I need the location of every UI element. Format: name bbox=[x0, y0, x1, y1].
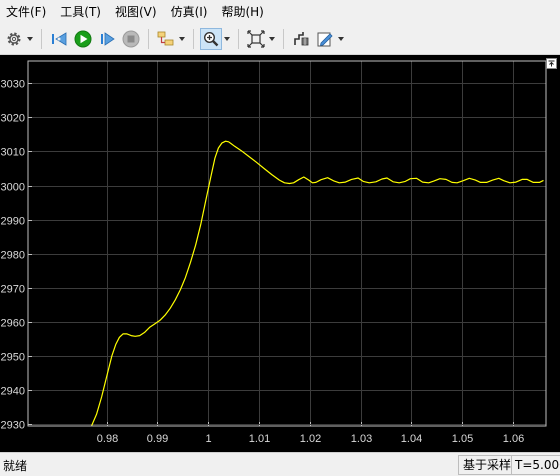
y-tick-label: 3020 bbox=[1, 113, 25, 125]
y-tick-label: 3010 bbox=[1, 147, 25, 159]
x-tick-label: 0.99 bbox=[147, 433, 168, 445]
highlight-model-icon bbox=[157, 31, 174, 46]
highlight-model-button[interactable] bbox=[155, 28, 177, 50]
undock-button[interactable] bbox=[546, 58, 557, 69]
menu-help[interactable]: 帮助(H) bbox=[214, 0, 270, 24]
step-forward-icon bbox=[101, 32, 115, 46]
pencil-icon bbox=[317, 32, 333, 47]
scope-plot-area[interactable]: 0.98 0.99 1 1.01 1.02 1.03 1.04 1.05 1.06 2930 294… bbox=[0, 55, 560, 452]
y-tick-label: 2940 bbox=[1, 386, 25, 398]
y-tick-label: 3000 bbox=[1, 182, 25, 194]
chevron-down-icon bbox=[27, 37, 33, 41]
stop-icon bbox=[122, 30, 140, 48]
x-tick-label: 1.06 bbox=[503, 433, 524, 445]
toolbar-separator bbox=[41, 29, 42, 49]
autoscale-icon bbox=[247, 30, 265, 48]
sample-mode-indicator: 基于采样 bbox=[458, 455, 517, 475]
highlight-dropdown[interactable] bbox=[178, 28, 186, 50]
autoscale-dropdown[interactable] bbox=[268, 28, 276, 50]
play-icon bbox=[74, 30, 92, 48]
toolbar-separator bbox=[193, 29, 194, 49]
menu-view[interactable]: 视图(V) bbox=[108, 0, 164, 24]
cursor-measure-icon bbox=[294, 32, 309, 46]
menu-bar: 文件(F) 工具(T) 视图(V) 仿真(I) 帮助(H) bbox=[0, 0, 560, 24]
y-tick-label: 2960 bbox=[1, 318, 25, 330]
cursor-measure-button[interactable] bbox=[290, 28, 312, 50]
undock-icon bbox=[548, 60, 555, 67]
menu-simulation[interactable]: 仿真(I) bbox=[164, 0, 215, 24]
scope-chart[interactable]: 0.98 0.99 1 1.01 1.02 1.03 1.04 1.05 1.06 2930 294… bbox=[0, 55, 560, 452]
zoom-dropdown[interactable] bbox=[223, 28, 231, 50]
menu-file[interactable]: 文件(F) bbox=[0, 0, 53, 24]
x-tick-label: 1 bbox=[205, 433, 211, 445]
y-tick-label: 2970 bbox=[1, 284, 25, 296]
y-tick-label: 2990 bbox=[1, 216, 25, 228]
autoscale-button[interactable] bbox=[245, 28, 267, 50]
toolbar bbox=[0, 24, 560, 55]
simulation-time: T=5.000 bbox=[511, 455, 560, 475]
stop-button[interactable] bbox=[120, 28, 142, 50]
axes-frame bbox=[27, 60, 547, 427]
y-tick-label: 2980 bbox=[1, 250, 25, 262]
chevron-down-icon bbox=[269, 37, 275, 41]
y-tick-label: 2930 bbox=[1, 420, 25, 432]
menu-tools[interactable]: 工具(T) bbox=[53, 0, 108, 24]
chevron-down-icon bbox=[224, 37, 230, 41]
x-tick-label: 1.04 bbox=[401, 433, 422, 445]
y-tick-label: 2950 bbox=[1, 352, 25, 364]
x-tick-label: 1.02 bbox=[300, 433, 321, 445]
chevron-down-icon bbox=[338, 37, 344, 41]
settings-dropdown[interactable] bbox=[26, 28, 34, 50]
toolbar-separator bbox=[148, 29, 149, 49]
step-back-button[interactable] bbox=[48, 28, 70, 50]
chevron-down-icon bbox=[179, 37, 185, 41]
run-button[interactable] bbox=[72, 28, 94, 50]
settings-button[interactable] bbox=[3, 28, 25, 50]
x-tick-label: 0.98 bbox=[97, 433, 118, 445]
zoom-in-icon bbox=[203, 31, 219, 47]
step-forward-button[interactable] bbox=[96, 28, 118, 50]
status-text: 就绪 bbox=[3, 459, 28, 473]
toolbar-separator bbox=[238, 29, 239, 49]
step-back-icon bbox=[52, 32, 67, 46]
style-dropdown[interactable] bbox=[337, 28, 345, 50]
x-tick-label: 1.03 bbox=[351, 433, 372, 445]
x-tick-label: 1.01 bbox=[249, 433, 270, 445]
status-bar: 就绪 基于采样 T=5.000 bbox=[0, 452, 560, 476]
x-tick-label: 1.05 bbox=[452, 433, 473, 445]
gear-icon bbox=[7, 32, 21, 46]
toolbar-separator bbox=[283, 29, 284, 49]
style-button[interactable] bbox=[314, 28, 336, 50]
y-tick-label: 3030 bbox=[1, 79, 25, 91]
zoom-button[interactable] bbox=[200, 28, 222, 50]
